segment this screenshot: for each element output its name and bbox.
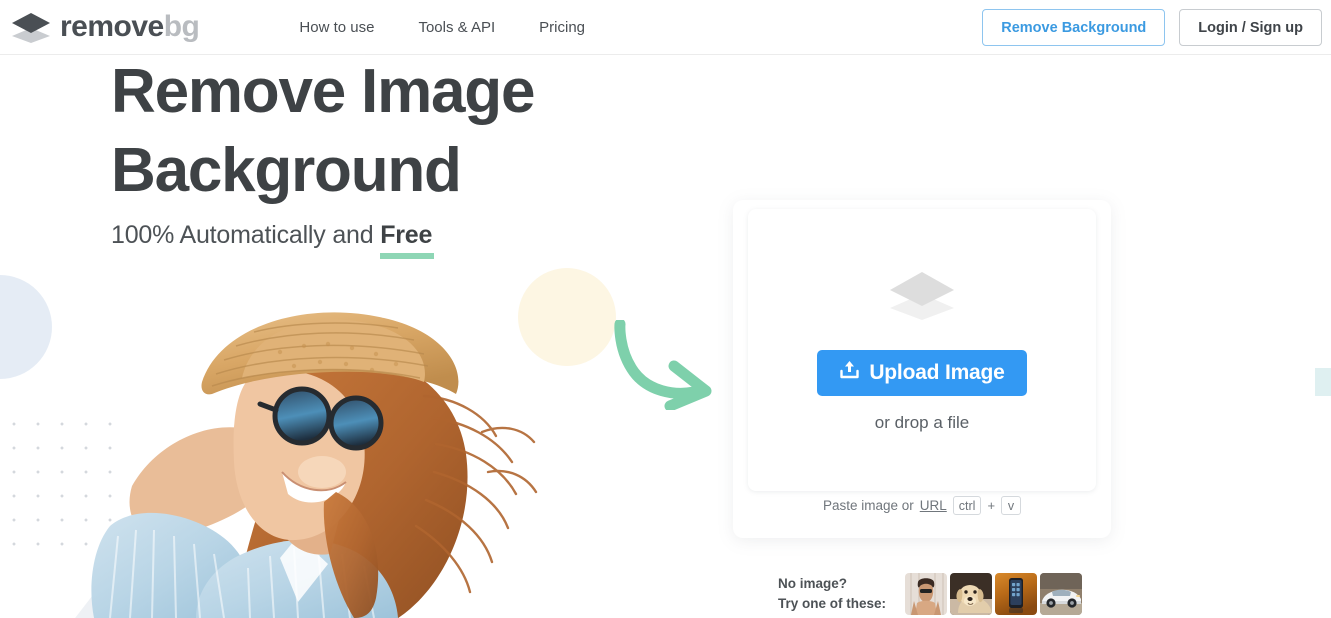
sample-label-line-1: No image? xyxy=(778,576,848,592)
hero-text-block: Remove Image Background 100% Automatical… xyxy=(111,52,535,259)
hero-subtitle: 100% Automatically and Free xyxy=(111,220,534,259)
logo-text-remove: remove xyxy=(60,10,164,43)
logo-link[interactable]: removebg xyxy=(10,10,200,44)
kbd-ctrl: ctrl xyxy=(952,496,982,515)
nav-item-how-to-use[interactable]: How to use xyxy=(299,19,374,36)
sample-images-section: No image? Try one of these: xyxy=(778,573,1083,615)
hero-title-line-1: Remove Image xyxy=(111,57,535,126)
logo-text-bg: bg xyxy=(163,10,200,43)
woman-sunglasses-thumb[interactable] xyxy=(905,573,948,615)
hero-subtitle-highlight: Free xyxy=(380,220,435,259)
page-root: removebg How to use Tools & API Pricing … xyxy=(0,0,1331,618)
nav-item-pricing[interactable]: Pricing xyxy=(539,19,585,36)
layers-icon xyxy=(886,268,958,322)
golden-retriever-dog-thumb[interactable] xyxy=(950,573,993,615)
smartphone-orange-thumb[interactable] xyxy=(995,573,1038,615)
upload-icon xyxy=(839,359,860,386)
layers-icon xyxy=(10,10,52,44)
hero-subtitle-prefix: 100% Automatically and xyxy=(111,220,381,249)
upload-image-button-label: Upload Image xyxy=(869,360,1005,384)
header-actions: Remove Background Login / Sign up xyxy=(982,9,1322,46)
sample-thumbnail-list xyxy=(905,573,1083,615)
hero-photo-woman-with-hat xyxy=(84,286,544,618)
decor-right-edge-chip xyxy=(1315,368,1331,396)
main-nav: How to use Tools & API Pricing xyxy=(299,19,585,36)
paste-prefix-label: Paste image or xyxy=(822,498,914,513)
upload-image-button[interactable]: Upload Image xyxy=(817,349,1027,396)
sample-label-line-2: Try one of these: xyxy=(778,596,887,611)
paste-url-link[interactable]: URL xyxy=(920,498,947,513)
paste-image-row: Paste image or URL ctrl + v xyxy=(733,496,1111,515)
login-signup-button[interactable]: Login / Sign up xyxy=(1179,9,1322,46)
upload-dropzone[interactable]: Upload Image or drop a file xyxy=(748,209,1096,491)
white-sports-car-thumb[interactable] xyxy=(1040,573,1083,615)
upload-panel: Upload Image or drop a file Paste image … xyxy=(733,200,1111,538)
kbd-plus: + xyxy=(987,498,996,513)
sample-images-label: No image? Try one of these: xyxy=(778,574,886,613)
hero-title-line-2: Background xyxy=(111,136,462,206)
logo-wordmark: removebg xyxy=(60,10,200,43)
page-title: Remove Image Background xyxy=(111,52,535,211)
curved-arrow-icon xyxy=(612,318,722,412)
drop-a-file-text: or drop a file xyxy=(874,412,970,432)
site-header: removebg How to use Tools & API Pricing … xyxy=(0,0,1331,55)
nav-item-tools-api[interactable]: Tools & API xyxy=(418,19,495,36)
decor-blue-circle xyxy=(0,275,52,379)
remove-background-button[interactable]: Remove Background xyxy=(982,9,1166,46)
kbd-v: v xyxy=(1001,496,1022,515)
